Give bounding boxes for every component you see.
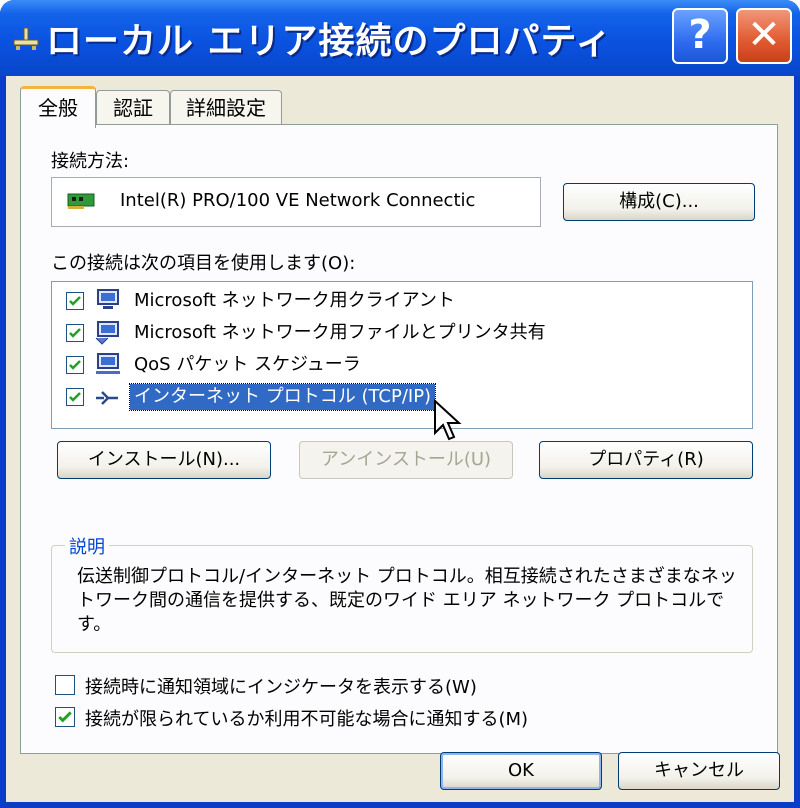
component-label: Microsoft ネットワーク用クライアント — [134, 290, 455, 311]
components-label: この接続は次の項目を使用します(O): — [51, 253, 356, 274]
general-tab-panel: 接続方法: Intel(R) PRO/100 VE Network Connec… — [20, 124, 778, 754]
tab-authentication[interactable]: 認証 — [96, 90, 170, 124]
list-item[interactable]: Microsoft ネットワーク用クライアント — [60, 286, 740, 316]
adapter-name: Intel(R) PRO/100 VE Network Connectic — [120, 190, 476, 211]
network-adapter-icon — [67, 193, 95, 209]
adapter-field: Intel(R) PRO/100 VE Network Connectic — [51, 177, 541, 227]
description-text: 伝送制御プロトコル/インターネット プロトコル。相互接続されたさまざまなネットワ… — [77, 566, 737, 635]
dialog-client: 全般 認証 詳細設定 接続方法: Intel(R) PRO/100 VE Net… — [6, 76, 794, 802]
tab-general[interactable]: 全般 — [20, 86, 96, 128]
close-button[interactable]: ✕ — [736, 8, 792, 64]
protocol-icon — [96, 391, 118, 405]
component-label: Microsoft ネットワーク用ファイルとプリンタ共有 — [134, 322, 546, 343]
help-button[interactable]: ? — [672, 8, 728, 64]
install-button[interactable]: インストール(N)... — [57, 441, 271, 479]
show-icon-checkbox[interactable] — [55, 675, 75, 695]
list-item[interactable]: インターネット プロトコル (TCP/IP) — [60, 382, 740, 412]
notify-label: 接続が限られているか利用不可能な場合に通知する(M) — [85, 709, 529, 730]
title-bar[interactable]: ローカル エリア接続のプロパティ ? ✕ — [0, 0, 800, 76]
network-client-icon — [97, 289, 119, 309]
component-label: QoS パケット スケジューラ — [134, 354, 361, 375]
show-icon-option[interactable]: 接続時に通知領域にインジケータを表示する(W) — [51, 671, 751, 701]
component-checkbox[interactable] — [66, 324, 84, 342]
list-item[interactable]: Microsoft ネットワーク用ファイルとプリンタ共有 — [60, 318, 740, 348]
cancel-button[interactable]: キャンセル — [618, 752, 780, 790]
components-list[interactable]: Microsoft ネットワーク用クライアント Microsoft ネットワーク… — [51, 281, 753, 429]
component-checkbox[interactable] — [66, 292, 84, 310]
list-item[interactable]: QoS パケット スケジューラ — [60, 350, 740, 380]
properties-dialog: ローカル エリア接続のプロパティ ? ✕ 全般 認証 詳細設定 接続方法: In… — [0, 0, 800, 808]
window-title: ローカル エリア接続のプロパティ — [46, 21, 613, 62]
mouse-cursor-icon — [434, 399, 462, 441]
qos-scheduler-icon — [96, 353, 120, 374]
ok-button[interactable]: OK — [440, 752, 602, 790]
component-checkbox[interactable] — [66, 388, 84, 406]
notify-option[interactable]: 接続が限られているか利用不可能な場合に通知する(M) — [51, 703, 751, 733]
show-icon-label: 接続時に通知領域にインジケータを表示する(W) — [85, 677, 477, 698]
network-connection-icon — [13, 27, 39, 50]
tab-advanced[interactable]: 詳細設定 — [170, 90, 282, 124]
properties-button[interactable]: プロパティ(R) — [539, 441, 753, 479]
component-checkbox[interactable] — [66, 356, 84, 374]
description-title: 説明 — [65, 533, 109, 559]
connect-using-label: 接続方法: — [51, 151, 130, 172]
file-printer-sharing-icon — [95, 321, 119, 345]
configure-button[interactable]: 構成(C)... — [563, 183, 755, 221]
component-label-selected: インターネット プロトコル (TCP/IP) — [128, 383, 437, 411]
notify-checkbox[interactable] — [55, 707, 75, 727]
uninstall-button[interactable]: アンインストール(U) — [299, 441, 513, 479]
